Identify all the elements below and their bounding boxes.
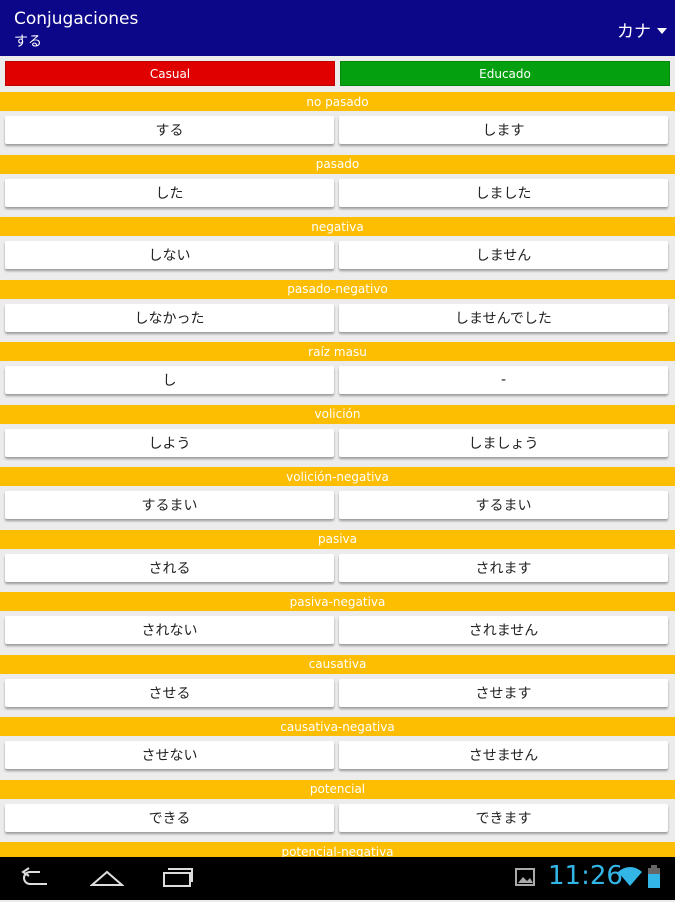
casual-form-cell[interactable]: される	[5, 553, 334, 582]
conjugation-section: volición しよう しましょう	[0, 404, 675, 465]
casual-form-cell[interactable]: しなかった	[5, 303, 334, 332]
back-icon[interactable]	[20, 867, 52, 889]
casual-form-cell[interactable]: させる	[5, 678, 334, 707]
section-header: causativa	[0, 654, 675, 674]
polite-form-cell[interactable]: -	[339, 366, 668, 394]
wifi-icon	[618, 867, 642, 886]
polite-form-cell[interactable]: させません	[339, 741, 668, 769]
tab-educado[interactable]: Educado	[340, 61, 670, 86]
conjugation-section: volición-negativa するまい するまい	[0, 467, 675, 527]
section-header: raíz masu	[0, 342, 675, 361]
conjugation-section: causativa-negativa させない させません	[0, 717, 675, 777]
tab-casual[interactable]: Casual	[5, 61, 335, 86]
conjugation-section: causativa させる させます	[0, 654, 675, 715]
kana-mode-dropdown[interactable]: カナ	[617, 17, 667, 42]
recent-apps-icon[interactable]	[160, 867, 194, 889]
casual-form-cell[interactable]: させない	[5, 741, 334, 769]
casual-form-cell[interactable]: した	[5, 178, 334, 207]
conjugation-section: potencial できる できます	[0, 779, 675, 840]
section-header: pasado-negativo	[0, 279, 675, 299]
casual-form-cell[interactable]: するまい	[5, 491, 334, 519]
casual-form-cell[interactable]: し	[5, 366, 334, 394]
section-header: pasiva	[0, 529, 675, 549]
verb-subtitle: する	[14, 34, 42, 50]
battery-icon	[648, 865, 660, 888]
section-header: volición-negativa	[0, 467, 675, 486]
conjugation-section: pasiva-negativa されない されません	[0, 592, 675, 652]
conjugation-section: raíz masu し -	[0, 342, 675, 402]
section-header: pasado	[0, 154, 675, 174]
conjugation-section: negativa しない しません	[0, 217, 675, 277]
conjugation-section: pasiva される されます	[0, 529, 675, 590]
casual-form-cell[interactable]: しよう	[5, 428, 334, 457]
gallery-icon	[515, 868, 535, 886]
status-clock: 11:26	[548, 861, 623, 891]
polite-form-cell[interactable]: しましょう	[339, 428, 668, 457]
register-tabs: Casual Educado	[0, 60, 675, 88]
polite-form-cell[interactable]: します	[339, 116, 668, 144]
conjugation-section: pasado-negativo しなかった しませんでした	[0, 279, 675, 340]
section-header: causativa-negativa	[0, 717, 675, 736]
section-header: negativa	[0, 217, 675, 236]
kana-mode-label: カナ	[617, 22, 651, 42]
conjugation-section: no pasado する します	[0, 92, 675, 152]
polite-form-cell[interactable]: させます	[339, 678, 668, 707]
polite-form-cell[interactable]: できます	[339, 803, 668, 832]
polite-form-cell[interactable]: しません	[339, 241, 668, 269]
casual-form-cell[interactable]: しない	[5, 241, 334, 269]
casual-form-cell[interactable]: されない	[5, 616, 334, 644]
home-icon[interactable]	[90, 867, 124, 889]
section-header: potencial	[0, 779, 675, 799]
section-header: pasiva-negativa	[0, 592, 675, 611]
polite-form-cell[interactable]: しませんでした	[339, 303, 668, 332]
polite-form-cell[interactable]: するまい	[339, 491, 668, 519]
conjugation-section: pasado した しました	[0, 154, 675, 215]
casual-form-cell[interactable]: する	[5, 116, 334, 144]
polite-form-cell[interactable]: しました	[339, 178, 668, 207]
app-bar: Conjugaciones する カナ	[0, 0, 675, 56]
app-title: Conjugaciones	[14, 9, 139, 29]
polite-form-cell[interactable]: されません	[339, 616, 668, 644]
system-nav-bar: 11:26	[0, 857, 675, 900]
section-header: no pasado	[0, 92, 675, 111]
polite-form-cell[interactable]: されます	[339, 553, 668, 582]
casual-form-cell[interactable]: できる	[5, 803, 334, 832]
dropdown-caret-icon	[657, 27, 667, 34]
section-header: volición	[0, 404, 675, 424]
